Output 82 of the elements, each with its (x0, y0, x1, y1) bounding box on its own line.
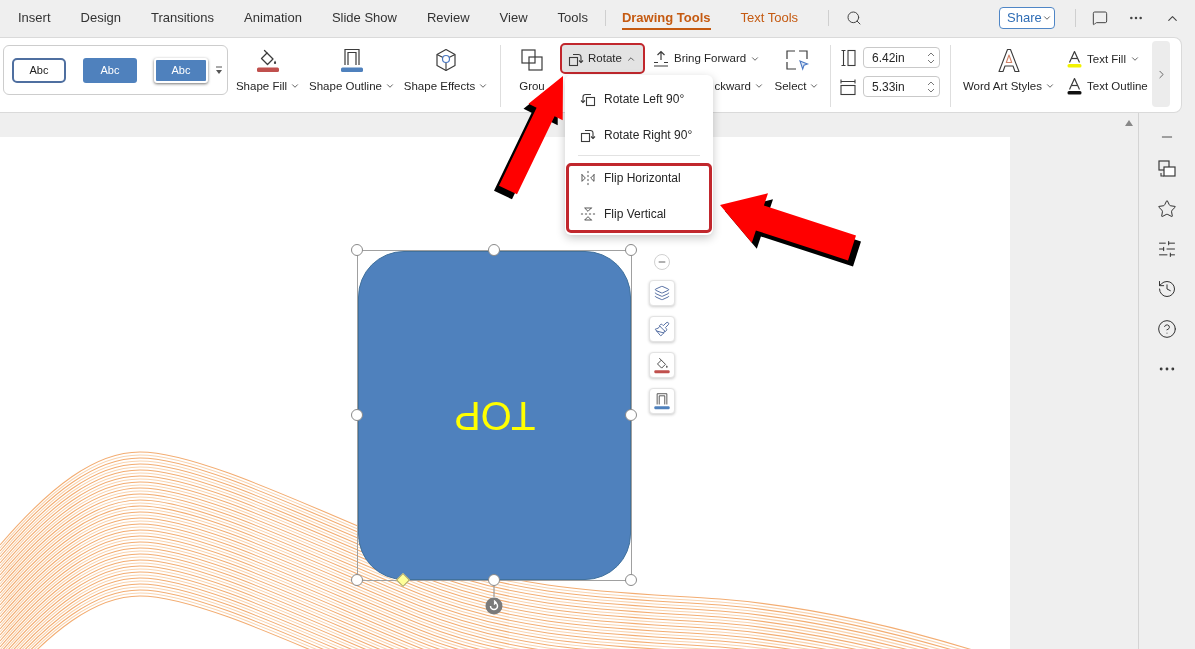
menu-tab[interactable]: View (499, 6, 528, 30)
menu-tab[interactable]: Slide Show (331, 6, 397, 30)
collapse-toolbar-button[interactable] (654, 254, 670, 270)
resize-handle[interactable] (488, 244, 500, 256)
text-fill-icon (1066, 49, 1083, 68)
flip-vertical-icon (580, 206, 596, 222)
bring-forward-icon (652, 49, 670, 68)
rotate-right-icon (580, 127, 596, 143)
resize-handle[interactable] (625, 574, 637, 586)
star-icon[interactable] (1157, 199, 1177, 219)
menu-tab[interactable]: Animation (244, 6, 302, 30)
help-icon[interactable] (1157, 319, 1177, 339)
group-button[interactable]: Grou (512, 43, 552, 94)
gallery-more-icon[interactable] (215, 65, 223, 75)
fill-button[interactable] (649, 352, 675, 378)
outline-button[interactable] (649, 388, 675, 414)
shape-text: TOP (453, 395, 536, 436)
menu-item[interactable]: Flip Vertical (569, 202, 709, 226)
height-icon (840, 48, 856, 67)
menu-item[interactable]: Rotate Left 90° (569, 87, 709, 111)
style-preset[interactable]: Abc (12, 57, 66, 83)
rotate-button[interactable]: Rotate (560, 43, 645, 74)
style-button[interactable] (649, 316, 675, 342)
menu-tab[interactable]: Tools (557, 6, 588, 30)
bring-forward-button[interactable]: Bring Forward (650, 43, 761, 74)
group-icon (519, 47, 545, 73)
arrange-button[interactable] (649, 280, 675, 306)
text-format-button[interactable]: Text Outline (1066, 78, 1148, 94)
paint-bucket-icon (653, 356, 671, 374)
menu-tab[interactable]: Text Tools (740, 6, 799, 30)
shape-outline-icon (339, 47, 365, 73)
share-button[interactable]: Share (999, 7, 1055, 29)
spinner-icon[interactable] (927, 79, 935, 94)
slides-icon[interactable] (1157, 159, 1177, 179)
caret-down-icon (1045, 81, 1055, 91)
menu-tab[interactable]: Drawing Tools (621, 6, 711, 30)
menu-item[interactable]: Flip Horizontal (569, 166, 709, 190)
width-field[interactable]: 5.33in (863, 76, 940, 97)
send-backward-button[interactable]: ckward (714, 78, 764, 94)
menu-tab[interactable]: Review (426, 6, 470, 30)
spinner-icon[interactable] (927, 50, 935, 65)
caret-down-icon (478, 81, 489, 91)
resize-handle[interactable] (351, 409, 363, 421)
caret-down-icon (384, 81, 395, 91)
paintbrush-icon (654, 321, 670, 337)
history-icon[interactable] (1157, 279, 1177, 299)
rotate-left-icon (580, 91, 596, 107)
style-preset[interactable]: Abc (83, 57, 137, 83)
layers-icon (654, 285, 670, 301)
caret-down-icon (809, 81, 820, 91)
select-button[interactable]: Select (775, 43, 819, 94)
style-preset[interactable]: Abc (154, 57, 208, 83)
scroll-up-icon[interactable] (1125, 120, 1133, 126)
height-field[interactable]: 6.42in (863, 47, 940, 68)
rounded-rectangle-shape[interactable]: TOP (358, 251, 631, 580)
shape-outline-button[interactable]: Shape Outline (308, 43, 396, 94)
menu-tab[interactable]: Transitions (151, 6, 215, 30)
rotate-handle[interactable] (485, 586, 503, 615)
text-format-button[interactable]: Text Fill (1066, 43, 1140, 74)
caret-down-icon (1041, 13, 1052, 23)
menu-item[interactable]: Rotate Right 90° (569, 123, 709, 147)
resize-handle[interactable] (625, 244, 637, 256)
caret-down-icon (290, 81, 301, 91)
width-icon (840, 77, 856, 96)
word-art-styles-button[interactable]: Word Art Styles (961, 43, 1057, 94)
flip-horizontal-icon (580, 170, 596, 186)
shape-fill-button[interactable]: Shape Fill (236, 43, 300, 94)
sliders-icon[interactable] (1157, 239, 1177, 259)
comment-icon[interactable] (1092, 10, 1108, 26)
resize-handle[interactable] (351, 574, 363, 586)
select-icon (784, 47, 810, 73)
resize-handle[interactable] (351, 244, 363, 256)
text-outline-icon (1066, 77, 1083, 95)
shape-outline-icon (653, 392, 671, 410)
menu-tab[interactable]: Design (80, 6, 121, 30)
cube-icon (433, 47, 459, 73)
paint-bucket-icon (255, 47, 281, 73)
search-icon[interactable] (846, 10, 863, 26)
letter-a-icon (996, 47, 1022, 73)
caret-down-icon (754, 81, 764, 91)
shape-effects-button[interactable]: Shape Effects (402, 43, 490, 94)
menu-tab[interactable]: Insert (18, 6, 51, 30)
